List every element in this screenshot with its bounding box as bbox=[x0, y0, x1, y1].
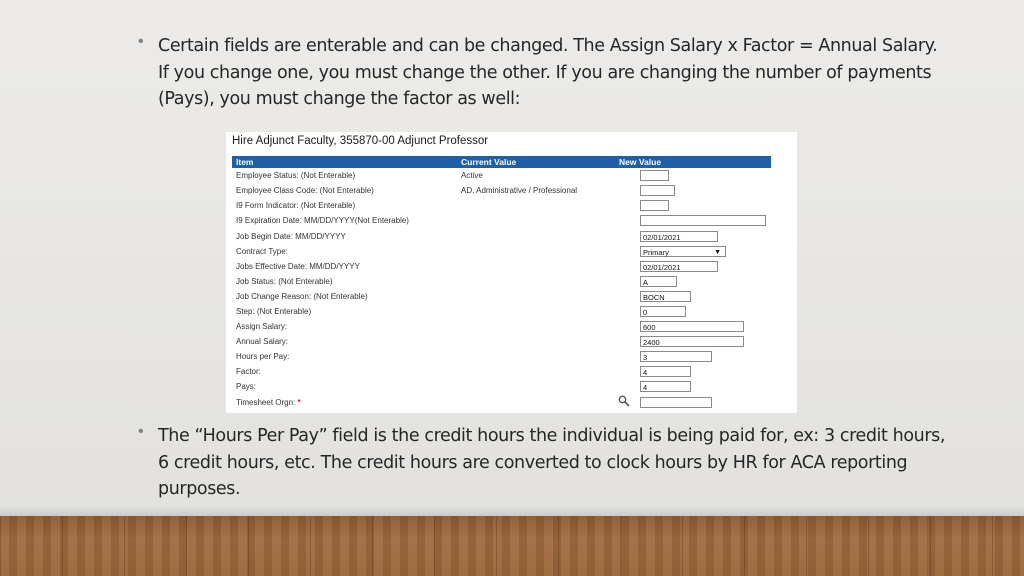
job-status-field[interactable]: A bbox=[640, 276, 677, 287]
row-step: Step: (Not Enterable) 0 bbox=[232, 305, 792, 320]
row-i9-form: I9 Form Indicator: (Not Enterable) bbox=[232, 199, 792, 214]
magnifier-icon[interactable] bbox=[618, 395, 630, 407]
row-label: Annual Salary: bbox=[236, 337, 289, 346]
row-label: Job Begin Date: MM/DD/YYYY bbox=[236, 232, 346, 241]
row-annual-salary: Annual Salary: 2400 bbox=[232, 335, 792, 350]
row-pays: Pays: 4 bbox=[232, 380, 792, 395]
chevron-down-icon: ▼ bbox=[714, 249, 721, 256]
pays-field[interactable]: 4 bbox=[640, 381, 691, 392]
contract-type-select[interactable]: Primary ▼ bbox=[640, 246, 726, 257]
row-label: Pays: bbox=[236, 382, 257, 391]
row-job-begin-date: Job Begin Date: MM/DD/YYYY 02/01/2021 bbox=[232, 230, 792, 245]
table-header: Item Current Value New Value bbox=[232, 156, 771, 168]
row-label: I9 Expiration Date: MM/DD/YYYY(Not Enter… bbox=[236, 216, 409, 225]
row-label: Factor: bbox=[236, 367, 261, 376]
bullet-2-text: The “Hours Per Pay” field is the credit … bbox=[158, 426, 946, 499]
row-current-value: AD, Administrative / Professional bbox=[461, 186, 578, 195]
i9-expiration-field[interactable] bbox=[640, 215, 766, 226]
row-label: Hours per Pay: bbox=[236, 352, 290, 361]
row-label: I9 Form Indicator: (Not Enterable) bbox=[236, 201, 356, 210]
bullet-1: • Certain fields are enterable and can b… bbox=[138, 33, 948, 113]
row-job-status: Job Status: (Not Enterable) A bbox=[232, 275, 792, 290]
row-employee-class: Employee Class Code: (Not Enterable) AD,… bbox=[232, 184, 792, 199]
factor-field[interactable]: 4 bbox=[640, 366, 691, 377]
row-label: Timesheet Orgn: * bbox=[236, 398, 301, 407]
header-item: Item bbox=[236, 157, 254, 167]
row-employee-status: Employee Status: (Not Enterable) Active bbox=[232, 169, 792, 184]
row-label: Job Status: (Not Enterable) bbox=[236, 277, 333, 286]
assign-salary-field[interactable]: 600 bbox=[640, 321, 744, 332]
annual-salary-field[interactable]: 2400 bbox=[640, 336, 744, 347]
bullet-2: • The “Hours Per Pay” field is the credi… bbox=[138, 423, 948, 503]
contract-type-value: Primary bbox=[643, 248, 669, 257]
row-i9-expiration: I9 Expiration Date: MM/DD/YYYY(Not Enter… bbox=[232, 214, 792, 229]
row-job-change-reason: Job Change Reason: (Not Enterable) BOCN bbox=[232, 290, 792, 305]
bullet-dot: • bbox=[138, 423, 144, 440]
row-label: Employee Status: (Not Enterable) bbox=[236, 171, 356, 180]
wood-floor-decoration bbox=[0, 516, 1024, 576]
row-assign-salary: Assign Salary: 600 bbox=[232, 320, 792, 335]
row-label: Step: (Not Enterable) bbox=[236, 307, 312, 316]
form-title: Hire Adjunct Faculty, 355870-00 Adjunct … bbox=[232, 135, 489, 147]
row-current-value: Active bbox=[461, 171, 483, 180]
row-timesheet-orgn: Timesheet Orgn: * bbox=[232, 395, 792, 411]
row-hours-per-pay: Hours per Pay: 3 bbox=[232, 350, 792, 365]
hire-form-screenshot: Hire Adjunct Faculty, 355870-00 Adjunct … bbox=[226, 132, 797, 413]
step-field[interactable]: 0 bbox=[640, 306, 686, 317]
row-contract-type: Contract Type: Primary ▼ bbox=[232, 245, 792, 260]
row-jobs-effective-date: Jobs Effective Date: MM/DD/YYYY 02/01/20… bbox=[232, 260, 792, 275]
hours-per-pay-field[interactable]: 3 bbox=[640, 351, 712, 362]
row-label: Assign Salary: bbox=[236, 322, 288, 331]
jobs-effective-date-field[interactable]: 02/01/2021 bbox=[640, 261, 718, 272]
job-change-reason-field[interactable]: BOCN bbox=[640, 291, 691, 302]
row-factor: Factor: 4 bbox=[232, 365, 792, 380]
row-label: Jobs Effective Date: MM/DD/YYYY bbox=[236, 262, 360, 271]
row-label: Contract Type: bbox=[236, 247, 288, 256]
bullet-dot: • bbox=[138, 33, 144, 50]
timesheet-orgn-field[interactable] bbox=[640, 397, 712, 408]
employee-class-field[interactable] bbox=[640, 185, 675, 196]
employee-status-field[interactable] bbox=[640, 170, 669, 181]
bullet-1-text: Certain fields are enterable and can be … bbox=[158, 36, 938, 109]
i9-form-field[interactable] bbox=[640, 200, 669, 211]
row-label: Employee Class Code: (Not Enterable) bbox=[236, 186, 374, 195]
required-asterisk: * bbox=[297, 398, 301, 407]
header-current-value: Current Value bbox=[461, 157, 517, 167]
row-label: Job Change Reason: (Not Enterable) bbox=[236, 292, 368, 301]
timesheet-orgn-label: Timesheet Orgn: bbox=[236, 398, 296, 407]
job-begin-date-field[interactable]: 02/01/2021 bbox=[640, 231, 718, 242]
header-new-value: New Value bbox=[619, 157, 662, 167]
